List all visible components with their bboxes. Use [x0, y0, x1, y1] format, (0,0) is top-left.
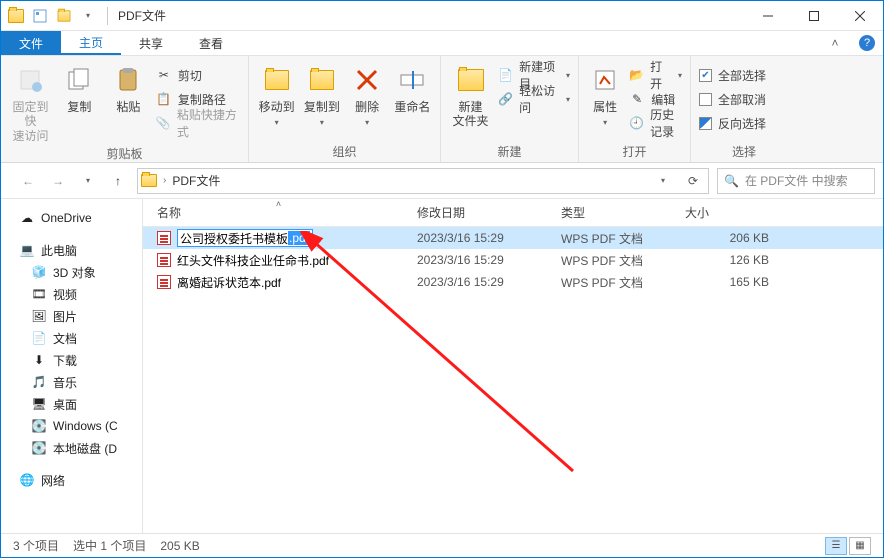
new-folder-button[interactable]: 新建 文件夹: [449, 60, 492, 129]
tree-videos[interactable]: 🎞视频: [1, 283, 142, 305]
search-box[interactable]: 🔍 在 PDF文件 中搜索: [717, 168, 875, 194]
qat-dropdown[interactable]: ▾: [77, 5, 99, 27]
collapse-ribbon-button[interactable]: ˄: [819, 31, 851, 55]
paste-shortcut-button[interactable]: 📎粘贴快捷方式: [156, 112, 240, 134]
open-button[interactable]: 📂打开▾: [629, 64, 682, 86]
tab-file[interactable]: 文件: [1, 31, 61, 55]
tree-downloads[interactable]: ⬇下载: [1, 349, 142, 371]
select-none-button[interactable]: 全部取消: [699, 88, 766, 110]
easy-access-button[interactable]: 🔗轻松访问▾: [498, 88, 570, 110]
quick-access-toolbar: ▾: [1, 5, 103, 27]
pin-quick-access-button[interactable]: 固定到快 速访问: [9, 60, 52, 143]
properties-button[interactable]: 属性▾: [587, 60, 623, 128]
tree-onedrive[interactable]: ☁OneDrive: [1, 207, 142, 229]
tree-3d-objects[interactable]: 🧊3D 对象: [1, 261, 142, 283]
search-placeholder: 在 PDF文件 中搜索: [745, 172, 848, 189]
view-details-button[interactable]: ☰: [825, 537, 847, 555]
tree-documents[interactable]: 📄文档: [1, 327, 142, 349]
back-button[interactable]: ←: [17, 170, 39, 192]
recent-locations-button[interactable]: ▾: [77, 170, 99, 192]
ribbon-body: 固定到快 速访问 复制 粘贴 ✂剪切 📋复制路径 📎粘贴快捷方式 剪贴板 移动到…: [1, 55, 883, 163]
status-selected: 选中 1 个项目: [73, 537, 146, 554]
pdf-icon: [157, 253, 171, 267]
pdf-icon: [157, 231, 171, 245]
minimize-button[interactable]: [745, 1, 791, 31]
status-bar: 3 个项目 选中 1 个项目 205 KB ☰ ▦: [1, 533, 883, 557]
close-button[interactable]: [837, 1, 883, 31]
address-bar[interactable]: › PDF文件 ▾ ⟳: [137, 168, 709, 194]
view-icons-button[interactable]: ▦: [849, 537, 871, 555]
folder-icon: [5, 5, 27, 27]
col-date[interactable]: 修改日期: [409, 199, 553, 226]
file-list-pane: ˄名称 修改日期 类型 大小 公司授权委托书模板.pdf 2023/3/16 1…: [143, 199, 883, 533]
file-row[interactable]: 红头文件科技企业任命书.pdf 2023/3/16 15:29 WPS PDF …: [143, 249, 883, 271]
move-to-button[interactable]: 移动到▾: [257, 60, 296, 128]
window-title: PDF文件: [112, 7, 745, 24]
breadcrumb-folder[interactable]: PDF文件: [172, 172, 220, 189]
up-button[interactable]: ↑: [107, 170, 129, 192]
tab-home[interactable]: 主页: [61, 31, 121, 55]
tree-this-pc[interactable]: 💻此电脑: [1, 239, 142, 261]
col-size[interactable]: 大小: [677, 199, 787, 226]
tab-share[interactable]: 共享: [121, 31, 181, 55]
maximize-button[interactable]: [791, 1, 837, 31]
status-item-count: 3 个项目: [13, 537, 59, 554]
col-name[interactable]: ˄名称: [149, 199, 409, 226]
delete-button[interactable]: 删除▾: [348, 60, 387, 128]
nav-bar: ← → ▾ ↑ › PDF文件 ▾ ⟳ 🔍 在 PDF文件 中搜索: [1, 163, 883, 199]
invert-selection-button[interactable]: 反向选择: [699, 112, 766, 134]
file-rows: 公司授权委托书模板.pdf 2023/3/16 15:29 WPS PDF 文档…: [143, 227, 883, 533]
title-bar: ▾ PDF文件: [1, 1, 883, 31]
column-headers: ˄名称 修改日期 类型 大小: [143, 199, 883, 227]
tree-windows-c[interactable]: 💽Windows (C: [1, 415, 142, 437]
address-dropdown[interactable]: ▾: [651, 169, 675, 193]
pdf-icon: [157, 275, 171, 289]
paste-button[interactable]: 粘贴: [107, 60, 150, 114]
clipboard-group-label: 剪贴板: [9, 143, 240, 162]
cut-button[interactable]: ✂剪切: [156, 64, 240, 86]
tree-desktop[interactable]: 🖥桌面: [1, 393, 142, 415]
copy-button[interactable]: 复制: [58, 60, 101, 114]
select-all-button[interactable]: ✔全部选择: [699, 64, 766, 86]
status-size: 205 KB: [160, 539, 199, 553]
search-icon: 🔍: [724, 174, 739, 188]
qat-new-folder-icon[interactable]: [53, 5, 75, 27]
copy-to-button[interactable]: 复制到▾: [302, 60, 341, 128]
file-row[interactable]: 离婚起诉状范本.pdf 2023/3/16 15:29 WPS PDF 文档 1…: [143, 271, 883, 293]
tab-view[interactable]: 查看: [181, 31, 241, 55]
history-button[interactable]: 🕘历史记录: [629, 112, 682, 134]
forward-button[interactable]: →: [47, 170, 69, 192]
tree-local-d[interactable]: 💽本地磁盘 (D: [1, 437, 142, 459]
select-group-label: 选择: [699, 141, 789, 160]
open-group-label: 打开: [587, 141, 682, 160]
tree-music[interactable]: 🎵音乐: [1, 371, 142, 393]
qat-properties-icon[interactable]: [29, 5, 51, 27]
refresh-button[interactable]: ⟳: [681, 169, 705, 193]
rename-editor[interactable]: 公司授权委托书模板.pdf: [177, 229, 313, 247]
content-pane: ☁OneDrive 💻此电脑 🧊3D 对象 🎞视频 🖼图片 📄文档 ⬇下载 🎵音…: [1, 199, 883, 533]
tree-network[interactable]: 🌐网络: [1, 469, 142, 491]
folder-icon: [141, 174, 157, 187]
file-row[interactable]: 公司授权委托书模板.pdf 2023/3/16 15:29 WPS PDF 文档…: [143, 227, 883, 249]
nav-tree: ☁OneDrive 💻此电脑 🧊3D 对象 🎞视频 🖼图片 📄文档 ⬇下载 🎵音…: [1, 199, 143, 533]
tree-pictures[interactable]: 🖼图片: [1, 305, 142, 327]
new-group-label: 新建: [449, 141, 570, 160]
ribbon-tabs: 文件 主页 共享 查看 ˄ ?: [1, 31, 883, 55]
rename-button[interactable]: 重命名: [393, 60, 432, 114]
help-button[interactable]: ?: [851, 31, 883, 55]
col-type[interactable]: 类型: [553, 199, 677, 226]
organize-group-label: 组织: [257, 141, 432, 160]
